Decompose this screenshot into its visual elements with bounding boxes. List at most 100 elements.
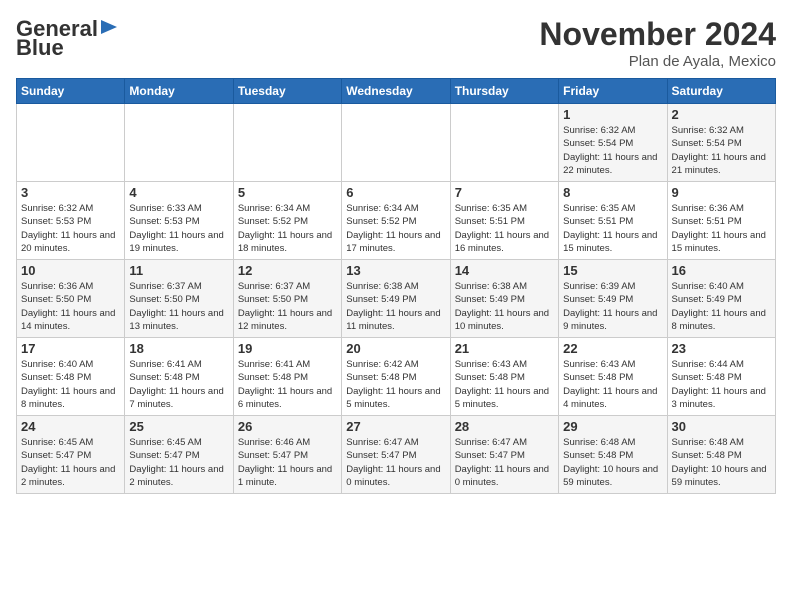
weekday-tuesday: Tuesday	[233, 79, 341, 104]
day-info: Sunrise: 6:37 AM Sunset: 5:50 PM Dayligh…	[238, 280, 337, 333]
calendar-week-3: 10Sunrise: 6:36 AM Sunset: 5:50 PM Dayli…	[17, 260, 776, 338]
weekday-header-row: SundayMondayTuesdayWednesdayThursdayFrid…	[17, 79, 776, 104]
weekday-monday: Monday	[125, 79, 233, 104]
calendar-body: 1 Sunrise: 6:32 AM Sunset: 5:54 PM Daylig…	[17, 104, 776, 494]
day-info: Sunrise: 6:32 AM Sunset: 5:54 PM Dayligh…	[563, 124, 662, 177]
location: Plan de Ayala, Mexico	[539, 53, 776, 70]
logo-arrow-icon	[101, 18, 119, 36]
day-number: 3	[21, 185, 120, 200]
logo: General Blue	[16, 16, 119, 59]
day-info: Sunrise: 6:37 AM Sunset: 5:50 PM Dayligh…	[129, 280, 228, 333]
calendar-cell: 24 Sunrise: 6:45 AM Sunset: 5:47 PM Dayli…	[17, 416, 125, 494]
day-info: Sunrise: 6:33 AM Sunset: 5:53 PM Dayligh…	[129, 202, 228, 255]
calendar-cell: 14 Sunrise: 6:38 AM Sunset: 5:49 PM Dayli…	[450, 260, 558, 338]
calendar-cell: 23Sunrise: 6:44 AM Sunset: 5:48 PM Dayli…	[667, 338, 775, 416]
day-info: Sunrise: 6:43 AM Sunset: 5:48 PM Dayligh…	[563, 358, 662, 411]
day-info: Sunrise: 6:46 AM Sunset: 5:47 PM Dayligh…	[238, 436, 337, 489]
day-number: 8	[563, 185, 662, 200]
calendar-cell: 18Sunrise: 6:41 AM Sunset: 5:48 PM Dayli…	[125, 338, 233, 416]
day-number: 1	[563, 107, 662, 122]
calendar-cell: 5 Sunrise: 6:34 AM Sunset: 5:52 PM Daylig…	[233, 182, 341, 260]
day-info: Sunrise: 6:39 AM Sunset: 5:49 PM Dayligh…	[563, 280, 662, 333]
calendar-cell: 15Sunrise: 6:39 AM Sunset: 5:49 PM Dayli…	[559, 260, 667, 338]
calendar-cell: 6 Sunrise: 6:34 AM Sunset: 5:52 PM Daylig…	[342, 182, 450, 260]
calendar-cell: 2Sunrise: 6:32 AM Sunset: 5:54 PM Daylig…	[667, 104, 775, 182]
day-info: Sunrise: 6:48 AM Sunset: 5:48 PM Dayligh…	[563, 436, 662, 489]
day-info: Sunrise: 6:38 AM Sunset: 5:49 PM Dayligh…	[455, 280, 554, 333]
day-info: Sunrise: 6:35 AM Sunset: 5:51 PM Dayligh…	[455, 202, 554, 255]
day-number: 21	[455, 341, 554, 356]
calendar-cell: 1 Sunrise: 6:32 AM Sunset: 5:54 PM Daylig…	[559, 104, 667, 182]
day-number: 18	[129, 341, 228, 356]
page-header: General Blue November 2024 Plan de Ayala…	[16, 16, 776, 70]
weekday-wednesday: Wednesday	[342, 79, 450, 104]
calendar-cell: 28Sunrise: 6:47 AM Sunset: 5:47 PM Dayli…	[450, 416, 558, 494]
day-info: Sunrise: 6:47 AM Sunset: 5:47 PM Dayligh…	[455, 436, 554, 489]
calendar-cell: 29 Sunrise: 6:48 AM Sunset: 5:48 PM Dayli…	[559, 416, 667, 494]
calendar-cell: 16Sunrise: 6:40 AM Sunset: 5:49 PM Dayli…	[667, 260, 775, 338]
weekday-thursday: Thursday	[450, 79, 558, 104]
calendar-week-2: 3Sunrise: 6:32 AM Sunset: 5:53 PM Daylig…	[17, 182, 776, 260]
day-number: 7	[455, 185, 554, 200]
weekday-friday: Friday	[559, 79, 667, 104]
day-info: Sunrise: 6:40 AM Sunset: 5:48 PM Dayligh…	[21, 358, 120, 411]
day-number: 22	[563, 341, 662, 356]
calendar-week-5: 24 Sunrise: 6:45 AM Sunset: 5:47 PM Dayli…	[17, 416, 776, 494]
calendar-cell: 11 Sunrise: 6:37 AM Sunset: 5:50 PM Dayli…	[125, 260, 233, 338]
day-info: Sunrise: 6:36 AM Sunset: 5:50 PM Dayligh…	[21, 280, 120, 333]
calendar-cell: 30 Sunrise: 6:48 AM Sunset: 5:48 PM Dayli…	[667, 416, 775, 494]
calendar-cell: 10Sunrise: 6:36 AM Sunset: 5:50 PM Dayli…	[17, 260, 125, 338]
calendar-cell: 19 Sunrise: 6:41 AM Sunset: 5:48 PM Dayli…	[233, 338, 341, 416]
day-number: 14	[455, 263, 554, 278]
calendar-cell: 21 Sunrise: 6:43 AM Sunset: 5:48 PM Dayli…	[450, 338, 558, 416]
day-info: Sunrise: 6:43 AM Sunset: 5:48 PM Dayligh…	[455, 358, 554, 411]
day-number: 24	[21, 419, 120, 434]
day-number: 2	[672, 107, 771, 122]
logo-blue: Blue	[16, 37, 64, 59]
calendar-cell: 22 Sunrise: 6:43 AM Sunset: 5:48 PM Dayli…	[559, 338, 667, 416]
day-info: Sunrise: 6:45 AM Sunset: 5:47 PM Dayligh…	[21, 436, 120, 489]
weekday-saturday: Saturday	[667, 79, 775, 104]
day-number: 26	[238, 419, 337, 434]
day-info: Sunrise: 6:34 AM Sunset: 5:52 PM Dayligh…	[346, 202, 445, 255]
calendar-cell: 20 Sunrise: 6:42 AM Sunset: 5:48 PM Dayli…	[342, 338, 450, 416]
calendar-week-1: 1 Sunrise: 6:32 AM Sunset: 5:54 PM Daylig…	[17, 104, 776, 182]
calendar-week-4: 17 Sunrise: 6:40 AM Sunset: 5:48 PM Dayli…	[17, 338, 776, 416]
day-number: 5	[238, 185, 337, 200]
day-number: 19	[238, 341, 337, 356]
day-info: Sunrise: 6:47 AM Sunset: 5:47 PM Dayligh…	[346, 436, 445, 489]
day-number: 29	[563, 419, 662, 434]
calendar-cell: 8 Sunrise: 6:35 AM Sunset: 5:51 PM Daylig…	[559, 182, 667, 260]
weekday-sunday: Sunday	[17, 79, 125, 104]
calendar-cell	[450, 104, 558, 182]
day-number: 20	[346, 341, 445, 356]
day-info: Sunrise: 6:42 AM Sunset: 5:48 PM Dayligh…	[346, 358, 445, 411]
calendar-cell: 4Sunrise: 6:33 AM Sunset: 5:53 PM Daylig…	[125, 182, 233, 260]
day-info: Sunrise: 6:35 AM Sunset: 5:51 PM Dayligh…	[563, 202, 662, 255]
calendar-cell: 13 Sunrise: 6:38 AM Sunset: 5:49 PM Dayli…	[342, 260, 450, 338]
calendar-table: SundayMondayTuesdayWednesdayThursdayFrid…	[16, 78, 776, 494]
day-info: Sunrise: 6:48 AM Sunset: 5:48 PM Dayligh…	[672, 436, 771, 489]
calendar-cell	[125, 104, 233, 182]
calendar-cell: 26 Sunrise: 6:46 AM Sunset: 5:47 PM Dayli…	[233, 416, 341, 494]
day-number: 27	[346, 419, 445, 434]
day-number: 13	[346, 263, 445, 278]
day-number: 16	[672, 263, 771, 278]
day-number: 9	[672, 185, 771, 200]
day-info: Sunrise: 6:44 AM Sunset: 5:48 PM Dayligh…	[672, 358, 771, 411]
day-info: Sunrise: 6:36 AM Sunset: 5:51 PM Dayligh…	[672, 202, 771, 255]
day-number: 25	[129, 419, 228, 434]
day-info: Sunrise: 6:38 AM Sunset: 5:49 PM Dayligh…	[346, 280, 445, 333]
day-info: Sunrise: 6:41 AM Sunset: 5:48 PM Dayligh…	[238, 358, 337, 411]
calendar-cell: 3Sunrise: 6:32 AM Sunset: 5:53 PM Daylig…	[17, 182, 125, 260]
calendar-cell: 12Sunrise: 6:37 AM Sunset: 5:50 PM Dayli…	[233, 260, 341, 338]
day-number: 6	[346, 185, 445, 200]
day-number: 30	[672, 419, 771, 434]
day-info: Sunrise: 6:34 AM Sunset: 5:52 PM Dayligh…	[238, 202, 337, 255]
day-number: 11	[129, 263, 228, 278]
day-info: Sunrise: 6:45 AM Sunset: 5:47 PM Dayligh…	[129, 436, 228, 489]
day-number: 17	[21, 341, 120, 356]
calendar-cell: 9 Sunrise: 6:36 AM Sunset: 5:51 PM Daylig…	[667, 182, 775, 260]
calendar-cell	[17, 104, 125, 182]
calendar-cell: 17 Sunrise: 6:40 AM Sunset: 5:48 PM Dayli…	[17, 338, 125, 416]
